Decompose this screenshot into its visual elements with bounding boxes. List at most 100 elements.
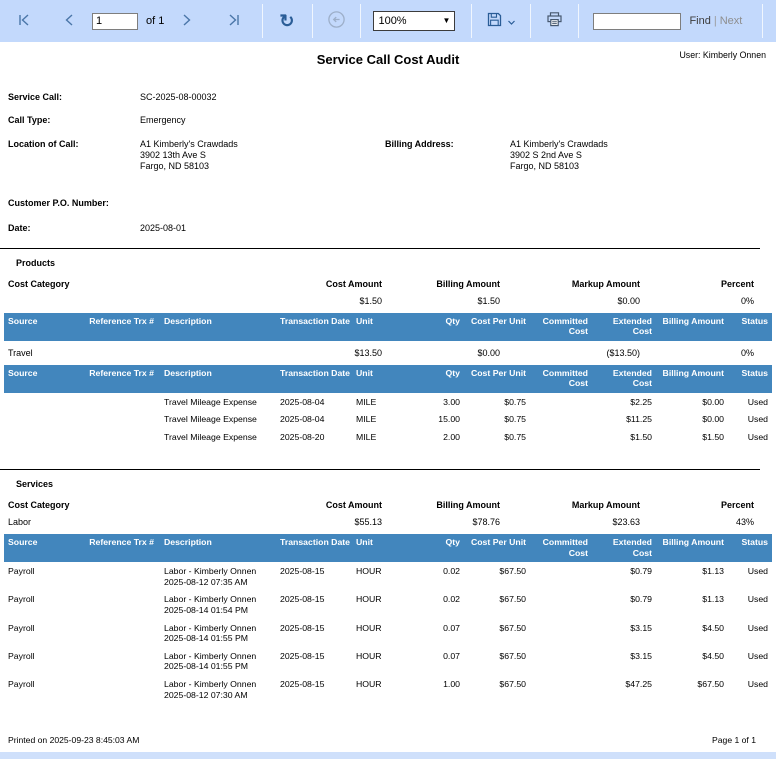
detail-cell: $0.79 [630,566,652,577]
detail-cell: 2025-08-15 [280,594,325,605]
horizontal-scrollbar-track[interactable] [0,752,776,759]
find-next-link[interactable]: Next [720,15,743,27]
detail-cell: $4.50 [702,650,724,661]
detail-row: Payroll Labor - Kimberly Onnen 2025-08-12 … [0,675,776,703]
page-number-input[interactable] [92,12,138,30]
next-page-button[interactable] [178,10,196,33]
report-section: Products Cost Category Cost Amount Billing … [0,247,776,446]
field-date: Date: 2025-08-01 [8,223,768,234]
summary-cell: $1.50 [477,295,500,306]
summary-header-cell: Cost Category [8,500,70,511]
summary-cell: $1.50 [359,295,382,306]
zoom-value: 100% [378,15,407,27]
detail-header-cell: Transaction Date [280,537,351,548]
detail-cell [8,410,80,428]
previous-page-button[interactable] [60,10,78,33]
detail-cell: Labor - Kimberly Onnen 2025-08-12 07:30 A… [164,679,257,700]
field-service-call: Service Call: SC-2025-08-00032 [8,92,768,103]
detail-cell: 0.07 [443,622,460,633]
detail-cell [534,675,596,703]
detail-cell [80,675,156,703]
detail-cell [534,590,596,618]
detail-cell: Payroll [8,650,35,661]
refresh-button[interactable]: ↻ [277,10,296,32]
refresh-icon: ↻ [279,11,295,31]
field-call-type: Call Type: Emergency [8,115,768,126]
detail-cell [80,619,156,647]
summary-header-row: Cost Category Cost Amount Billing Amount Ma… [0,279,776,289]
find-text-input[interactable] [593,12,682,30]
detail-header-cell: Source [8,537,38,548]
report-sections: Products Cost Category Cost Amount Billing … [0,247,776,704]
summary-cell: $23.63 [612,517,640,528]
detail-cell [534,619,596,647]
find-link[interactable]: Find [689,15,710,27]
detail-row: Payroll Labor - Kimberly Onnen 2025-08-12 … [0,562,776,590]
detail-cell: $1.50 [702,431,724,442]
detail-cell: $0.75 [504,431,526,442]
detail-cell [534,647,596,675]
detail-cell [80,393,156,411]
field-label: Customer P.O. Number: [8,198,109,209]
save-icon [486,11,503,31]
detail-header-cell: Reference Trx # [89,315,154,326]
summary-cell: 43% [735,517,754,528]
detail-header-cell: Cost Per Unit [470,367,526,378]
detail-row: Travel Mileage Expense 2025-08-20 MILE 2.00… [0,428,776,446]
detail-header-row: Source Reference Trx # Description Transact… [4,534,772,563]
back-arrow-icon [327,10,346,32]
detail-cell: 0.02 [443,566,460,577]
summary-cell: ($13.50) [606,347,640,358]
first-page-button[interactable] [14,10,34,33]
detail-header-row: Source Reference Trx # Description Transact… [4,364,772,393]
detail-cell [8,393,80,411]
address-line: 3902 S 2nd Ave S [510,149,582,160]
detail-cell: Used [747,679,768,690]
detail-header-cell: Description [164,315,212,326]
zoom-select[interactable]: 100% ▼ [373,11,456,31]
user-label: User: Kimberly Onnen [679,50,766,60]
detail-cell: 2025-08-15 [280,566,325,577]
report-page: Service Call Cost Audit User: Kimberly O… [0,42,776,759]
summary-cell: Travel [8,347,33,358]
detail-cell: Used [747,650,768,661]
detail-cell: 3.00 [443,396,460,407]
field-value: SC-2025-08-00032 [140,92,217,102]
chevron-down-icon [507,14,516,29]
toolbar-separator [360,4,362,38]
print-button[interactable] [543,8,566,34]
detail-header-cell: Billing Amount [662,367,724,378]
printer-icon [545,10,564,32]
address-line: 3902 13th Ave S [140,149,206,160]
detail-cell: Used [747,396,768,407]
detail-cell: Used [747,566,768,577]
detail-header-cell: Cost Per Unit [470,315,526,326]
export-save-button[interactable] [484,9,518,33]
section-title: Services [16,479,54,490]
page-number-label: Page 1 of 1 [712,735,756,745]
detail-header-cell: Reference Trx # [89,367,154,378]
detail-header-cell: Status [741,315,768,326]
detail-cell: $3.15 [630,650,652,661]
detail-cell: 0.07 [443,650,460,661]
detail-row: Payroll Labor - Kimberly Onnen 2025-08-14 … [0,590,776,618]
back-to-parent-button[interactable] [325,8,348,34]
detail-cell: $67.50 [499,622,526,633]
field-label: Billing Address: [385,138,454,149]
field-value: 2025-08-01 [140,222,187,233]
detail-cell: 2025-08-20 [280,431,325,442]
summary-cell: $13.50 [354,347,382,358]
location-address: A1 Kimberly's Crawdads 3902 13th Ave S F… [140,139,385,173]
detail-header-cell: Extended Cost [612,367,652,389]
detail-cell: $0.75 [504,396,526,407]
last-page-button[interactable] [224,10,244,33]
toolbar-separator [471,4,473,38]
detail-cell: HOUR [356,566,382,577]
find-next-divider: | [713,15,717,27]
billing-address: A1 Kimberly's Crawdads 3902 S 2nd Ave S … [510,139,608,173]
summary-cell: $0.00 [617,295,640,306]
detail-cell [80,410,156,428]
detail-cell: $4.50 [702,622,724,633]
section-divider [0,469,760,471]
detail-header-cell: Status [741,537,768,548]
